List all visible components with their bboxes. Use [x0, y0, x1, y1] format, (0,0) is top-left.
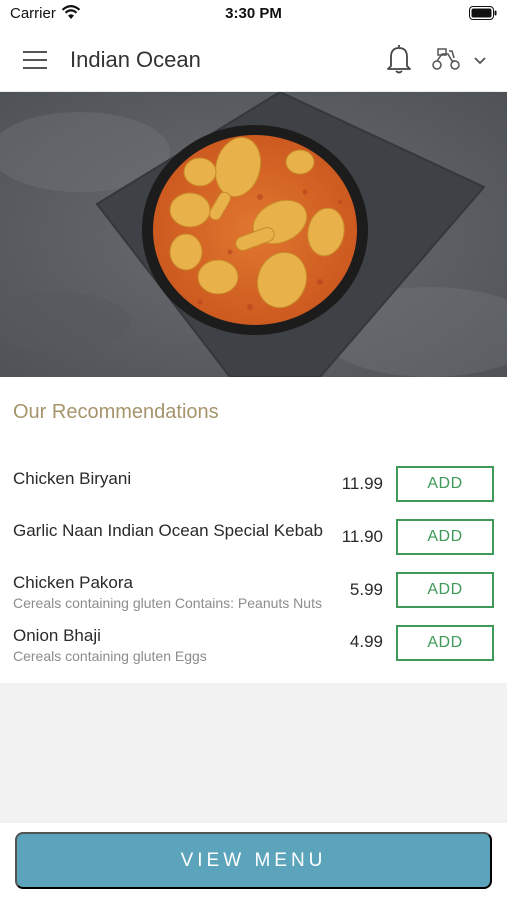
chevron-down-icon[interactable] — [473, 53, 487, 71]
app-header: Indian Ocean — [0, 28, 507, 92]
menu-item: Garlic Naan Indian Ocean Special Kebab 1… — [0, 515, 507, 567]
item-price: 11.99 — [341, 474, 383, 493]
view-menu-button[interactable]: VIEW MENU — [15, 832, 492, 889]
hero-image — [0, 92, 507, 377]
item-name: Chicken Pakora — [13, 573, 134, 592]
item-name: Chicken Biryani — [13, 469, 132, 488]
item-allergens: Cereals containing gluten Contains: Pean… — [13, 595, 322, 611]
add-button[interactable]: ADD — [396, 519, 494, 555]
add-button[interactable]: ADD — [396, 466, 494, 502]
status-bar: Carrier 3:30 PM — [0, 0, 507, 28]
item-price: 5.99 — [349, 580, 383, 599]
add-button[interactable]: ADD — [396, 625, 494, 661]
bell-icon[interactable] — [386, 43, 412, 80]
item-price: 4.99 — [349, 632, 383, 651]
menu-item: Chicken Pakora Cereals containing gluten… — [0, 568, 507, 620]
add-button[interactable]: ADD — [396, 572, 494, 608]
item-allergens: Cereals containing gluten Eggs — [13, 648, 207, 664]
footer: VIEW MENU — [0, 823, 507, 900]
item-price: 11.90 — [341, 527, 383, 546]
delivery-icon[interactable] — [430, 46, 462, 77]
empty-area — [0, 683, 507, 823]
item-name: Garlic Naan Indian Ocean Special Kebab — [13, 521, 323, 540]
menu-item: Chicken Biryani 11.99 ADD — [0, 462, 507, 514]
item-name: Onion Bhaji — [13, 626, 101, 645]
menu-icon[interactable] — [22, 49, 48, 71]
menu-item: Onion Bhaji Cereals containing gluten Eg… — [0, 621, 507, 673]
status-time: 3:30 PM — [225, 5, 282, 22]
page-title: Indian Ocean — [70, 47, 201, 72]
battery-icon — [469, 6, 497, 25]
section-title: Our Recommendations — [13, 401, 219, 423]
